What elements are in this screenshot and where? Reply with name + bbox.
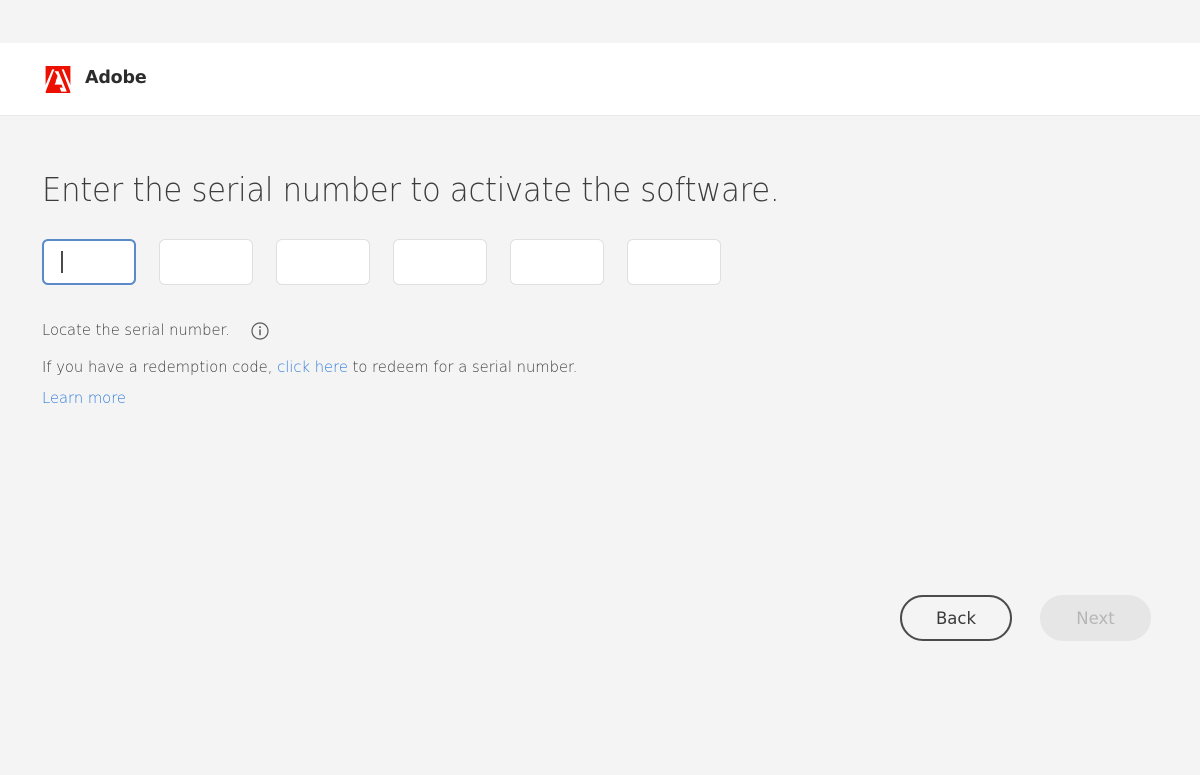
serial-input-2[interactable] [159, 239, 253, 285]
footer-actions: Back Next [900, 595, 1151, 641]
click-here-link[interactable]: click here [277, 358, 348, 376]
serial-input-3[interactable] [276, 239, 370, 285]
adobe-logo-icon [43, 66, 73, 93]
text-caret [61, 251, 63, 273]
next-button[interactable]: Next [1040, 595, 1151, 641]
page-title: Enter the serial number to activate the … [42, 170, 779, 210]
redeem-suffix: to redeem for a serial number. [353, 358, 578, 376]
info-circle-icon[interactable] [251, 322, 269, 340]
serial-input-6[interactable] [627, 239, 721, 285]
brand: Adobe [43, 66, 147, 93]
app-header: Adobe [0, 43, 1200, 116]
redeem-prefix: If you have a redemption code, [42, 358, 272, 376]
redemption-code-line: If you have a redemption code, click her… [42, 360, 577, 376]
locate-serial-row: Locate the serial number. [42, 322, 269, 340]
top-strip [0, 0, 1200, 43]
main-content: Enter the serial number to activate the … [0, 117, 1200, 775]
serial-input-5[interactable] [510, 239, 604, 285]
back-button[interactable]: Back [900, 595, 1012, 641]
locate-serial-label: Locate the serial number. [42, 323, 230, 339]
serial-input-1[interactable] [42, 239, 136, 285]
serial-number-input-group [42, 239, 721, 285]
brand-name: Adobe [85, 70, 147, 88]
serial-input-4[interactable] [393, 239, 487, 285]
learn-more-link[interactable]: Learn more [42, 391, 126, 407]
